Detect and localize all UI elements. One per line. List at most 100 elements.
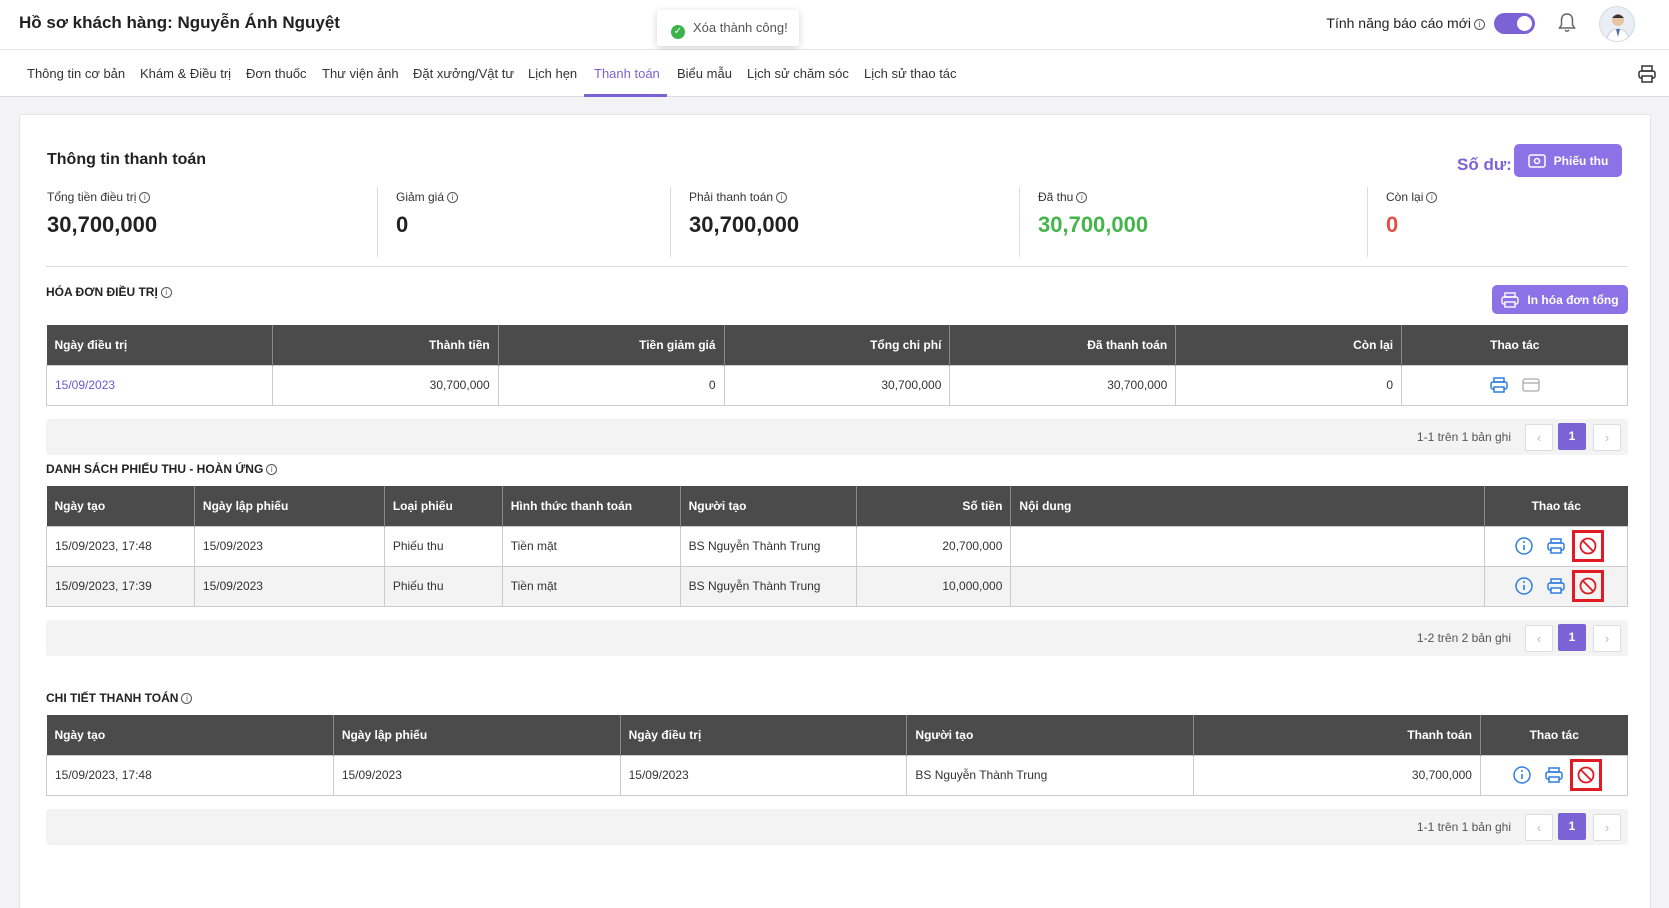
receipts-table: Ngày tạo Ngày lập phiếu Loại phiếu Hình … bbox=[46, 486, 1629, 607]
col-total-cost[interactable]: Tổng chi phí bbox=[724, 325, 951, 365]
col-content[interactable]: Nội dung bbox=[1010, 486, 1485, 526]
tab-lab-materials[interactable]: Đặt xưởng/Vật tư bbox=[413, 66, 514, 81]
col-actions: Thao tác bbox=[1401, 325, 1628, 365]
cell-content bbox=[1010, 565, 1485, 607]
next-page-button[interactable]: › bbox=[1593, 814, 1621, 841]
info-icon[interactable] bbox=[1514, 576, 1534, 596]
col-receipt-type[interactable]: Loại phiếu bbox=[384, 486, 503, 526]
page-1-button[interactable]: 1 bbox=[1558, 813, 1586, 840]
cancel-icon[interactable] bbox=[1569, 759, 1602, 791]
invoices-title-text: HÓA ĐƠN ĐIỀU TRỊ bbox=[46, 285, 158, 299]
print-total-invoice-button[interactable]: In hóa đơn tổng bbox=[1492, 285, 1628, 314]
card-icon[interactable] bbox=[1521, 375, 1541, 395]
stat-value: 0 bbox=[1386, 212, 1399, 237]
col-actions: Thao tác bbox=[1484, 486, 1628, 526]
cell-amount: 20,700,000 bbox=[856, 525, 1012, 567]
col-payment-method[interactable]: Hình thức thanh toán bbox=[502, 486, 681, 526]
treatment-date-link[interactable]: 15/09/2023 bbox=[46, 364, 273, 406]
payment-info-title: Thông tin thanh toán bbox=[47, 151, 207, 168]
payment-details-table: Ngày tạo Ngày lập phiếu Ngày điều trị Ng… bbox=[46, 715, 1629, 796]
divider bbox=[1367, 187, 1368, 257]
divider bbox=[377, 187, 378, 257]
col-paid[interactable]: Đã thanh toán bbox=[949, 325, 1177, 365]
success-toast: ✓ Xóa thành công! bbox=[657, 10, 799, 46]
stat-collected: Đã thu i 30,700,000 bbox=[1038, 190, 1148, 260]
prev-page-button[interactable]: ‹ bbox=[1525, 625, 1553, 652]
page-1-button[interactable]: 1 bbox=[1558, 624, 1586, 651]
divider bbox=[1019, 187, 1020, 257]
table-header-row: Ngày tạo Ngày lập phiếu Ngày điều trị Ng… bbox=[46, 715, 1628, 755]
prev-page-button[interactable]: ‹ bbox=[1525, 424, 1553, 451]
col-created-date[interactable]: Ngày tạo bbox=[46, 486, 195, 526]
stat-value: 30,700,000 bbox=[689, 212, 800, 237]
cell-discount: 0 bbox=[497, 364, 725, 406]
col-issue-date[interactable]: Ngày lập phiếu bbox=[194, 486, 385, 526]
print-icon[interactable] bbox=[1544, 765, 1564, 785]
col-amount[interactable]: Thành tiền bbox=[272, 325, 499, 365]
prev-page-button[interactable]: ‹ bbox=[1525, 814, 1553, 841]
invoices-table: Ngày điều trị Thành tiền Tiền giảm giá T… bbox=[46, 325, 1628, 406]
col-treatment-date[interactable]: Ngày điều trị bbox=[46, 325, 273, 365]
cash-icon bbox=[1527, 153, 1546, 168]
receipts-pagination: 1-2 trên 2 bản ghi ‹ 1 › bbox=[46, 620, 1628, 656]
table-row: 15/09/2023, 17:48 15/09/2023 15/09/2023 … bbox=[46, 754, 1629, 796]
info-icon: i bbox=[160, 287, 172, 298]
toast-message: Xóa thành công! bbox=[693, 20, 788, 35]
check-icon: ✓ bbox=[671, 25, 685, 39]
page-1-button[interactable]: 1 bbox=[1558, 423, 1586, 450]
print-icon[interactable] bbox=[1546, 536, 1566, 556]
cell-actions bbox=[1483, 565, 1629, 607]
col-payment[interactable]: Thanh toán bbox=[1193, 715, 1481, 755]
tab-photo-library[interactable]: Thư viện ảnh bbox=[322, 66, 399, 81]
next-page-button[interactable]: › bbox=[1593, 625, 1621, 652]
info-icon: i bbox=[1076, 192, 1088, 203]
tab-appointments[interactable]: Lịch hẹn bbox=[528, 66, 577, 81]
tab-action-history[interactable]: Lịch sử thao tác bbox=[864, 66, 957, 81]
stat-payable: Phải thanh toán i 30,700,000 bbox=[689, 190, 799, 260]
cancel-icon[interactable] bbox=[1571, 530, 1604, 562]
print-icon[interactable] bbox=[1637, 64, 1657, 84]
info-icon[interactable] bbox=[1512, 765, 1532, 785]
cancel-icon[interactable] bbox=[1571, 570, 1604, 602]
table-header-row: Ngày điều trị Thành tiền Tiền giảm giá T… bbox=[46, 325, 1628, 365]
print-icon[interactable] bbox=[1489, 375, 1509, 395]
cell-actions bbox=[1401, 364, 1628, 406]
col-creator[interactable]: Người tạo bbox=[680, 486, 858, 526]
stat-value: 30,700,000 bbox=[47, 212, 158, 237]
avatar[interactable] bbox=[1599, 6, 1635, 42]
print-icon bbox=[1501, 291, 1520, 308]
tab-payment[interactable]: Thanh toán bbox=[594, 66, 660, 81]
col-treatment-date[interactable]: Ngày điều trị bbox=[620, 715, 908, 755]
stat-label: Giảm giá bbox=[396, 190, 445, 204]
col-discount[interactable]: Tiền giảm giá bbox=[498, 325, 725, 365]
info-icon[interactable] bbox=[1514, 536, 1534, 556]
cell-created-date: 15/09/2023, 17:39 bbox=[46, 565, 195, 607]
tab-exam-treatment[interactable]: Khám & Điều trị bbox=[140, 66, 231, 81]
cell-actions bbox=[1483, 525, 1629, 567]
info-icon: i bbox=[776, 192, 788, 203]
tab-forms[interactable]: Biểu mẫu bbox=[677, 66, 732, 81]
col-actions: Thao tác bbox=[1480, 715, 1628, 755]
tab-prescription[interactable]: Đơn thuốc bbox=[246, 66, 307, 81]
bell-icon[interactable] bbox=[1557, 12, 1577, 34]
col-created-date[interactable]: Ngày tạo bbox=[46, 715, 334, 755]
stat-label: Tổng tiền điều trị bbox=[47, 190, 137, 204]
table-header-row: Ngày tạo Ngày lập phiếu Loại phiếu Hình … bbox=[46, 486, 1628, 526]
cell-payment: 30,700,000 bbox=[1193, 754, 1481, 796]
col-issue-date[interactable]: Ngày lập phiếu bbox=[333, 715, 621, 755]
tab-care-history[interactable]: Lịch sử chăm sóc bbox=[747, 66, 849, 81]
next-page-button[interactable]: › bbox=[1593, 424, 1621, 451]
col-remaining[interactable]: Còn lại bbox=[1175, 325, 1403, 365]
tab-basic-info[interactable]: Thông tin cơ bản bbox=[27, 66, 125, 81]
receipt-button[interactable]: Phiếu thu bbox=[1514, 144, 1622, 177]
payment-card: Thông tin thanh toán Số dư: 0 Phiếu thu … bbox=[19, 114, 1651, 908]
new-report-toggle[interactable] bbox=[1494, 13, 1535, 34]
col-creator[interactable]: Người tạo bbox=[906, 715, 1195, 755]
col-amount[interactable]: Số tiền bbox=[856, 486, 1012, 526]
info-icon: i bbox=[447, 192, 459, 203]
tab-bar: Thông tin cơ bản Khám & Điều trị Đơn thu… bbox=[0, 50, 1669, 97]
cell-created-date: 15/09/2023, 17:48 bbox=[46, 525, 195, 567]
table-row: 15/09/2023 30,700,000 0 30,700,000 30,70… bbox=[46, 364, 1628, 406]
stat-value: 0 bbox=[396, 212, 409, 237]
print-icon[interactable] bbox=[1546, 576, 1566, 596]
